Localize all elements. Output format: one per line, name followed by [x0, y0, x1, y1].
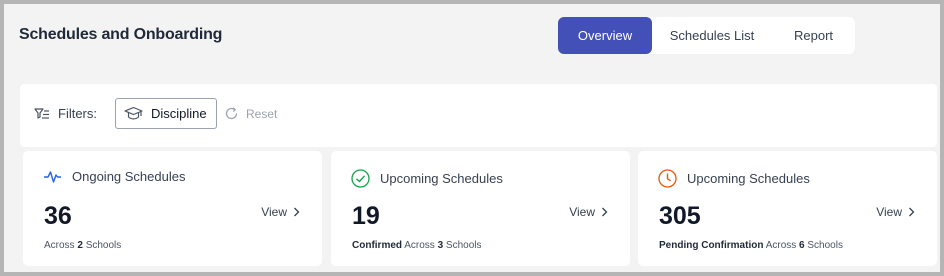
- card-value: 19: [352, 202, 380, 230]
- filters-label-group: Filters:: [34, 106, 97, 121]
- sub-tail: Schools: [85, 240, 122, 251]
- activity-icon: [43, 170, 62, 184]
- status-label: Confirmed: [352, 240, 402, 251]
- filters-label: Filters:: [58, 106, 97, 121]
- check-circle-icon: [351, 169, 370, 188]
- sub-tail: Schools: [445, 240, 482, 251]
- school-count: 6: [799, 240, 805, 251]
- chevron-right-icon: [601, 207, 608, 217]
- card-title: Upcoming Schedules: [351, 169, 503, 188]
- sub-text: Across: [765, 240, 797, 251]
- sub-text: Across: [404, 240, 435, 251]
- page-title: Schedules and Onboarding: [19, 26, 223, 43]
- chevron-right-icon: [908, 207, 915, 217]
- upcoming-confirmed-card: Upcoming Schedules 19 View Confirmed Acr…: [331, 151, 630, 266]
- chevron-right-icon: [293, 207, 300, 217]
- card-value: 36: [44, 202, 72, 230]
- sub-text: Across: [44, 240, 75, 251]
- card-title-text: Upcoming Schedules: [380, 171, 503, 186]
- app-frame: Schedules and Onboarding Overview Schedu…: [0, 0, 944, 276]
- discipline-filter-button[interactable]: Discipline: [115, 98, 217, 129]
- status-label: Pending Confirmation: [659, 240, 764, 251]
- upcoming-pending-card: Upcoming Schedules 305 View Pending Conf…: [638, 151, 937, 266]
- card-subtext: Confirmed Across 3 Schools: [352, 240, 482, 251]
- view-link[interactable]: View: [261, 205, 300, 219]
- card-subtext: Pending Confirmation Across 6 Schools: [659, 240, 843, 251]
- reset-icon: [224, 106, 239, 121]
- view-label: View: [569, 205, 595, 219]
- tab-overview[interactable]: Overview: [558, 17, 652, 54]
- school-count: 3: [437, 240, 444, 251]
- discipline-label: Discipline: [151, 106, 207, 121]
- filter-icon: [34, 107, 50, 121]
- clock-icon: [658, 169, 677, 188]
- header: Schedules and Onboarding Overview Schedu…: [19, 14, 930, 64]
- tab-report[interactable]: Report: [772, 17, 855, 54]
- reset-label: Reset: [246, 106, 278, 121]
- view-link[interactable]: View: [876, 205, 915, 219]
- tab-schedules-list[interactable]: Schedules List: [652, 17, 772, 54]
- filters-bar: Filters: Discipline Reset: [20, 84, 937, 147]
- card-value: 305: [659, 202, 701, 230]
- graduation-cap-icon: [124, 106, 143, 121]
- card-title-text: Upcoming Schedules: [687, 171, 810, 186]
- card-title-text: Ongoing Schedules: [72, 169, 186, 184]
- ongoing-schedules-card: Ongoing Schedules 36 View Across 2 Schoo…: [23, 151, 322, 266]
- tab-bar: Overview Schedules List Report: [558, 17, 855, 54]
- card-subtext: Across 2 Schools: [44, 240, 121, 251]
- reset-button[interactable]: Reset: [224, 106, 277, 121]
- sub-tail: Schools: [807, 240, 843, 251]
- view-link[interactable]: View: [569, 205, 608, 219]
- card-title: Upcoming Schedules: [658, 169, 810, 188]
- view-label: View: [876, 205, 902, 219]
- view-label: View: [261, 205, 287, 219]
- card-title: Ongoing Schedules: [43, 169, 185, 184]
- school-count: 2: [77, 240, 83, 251]
